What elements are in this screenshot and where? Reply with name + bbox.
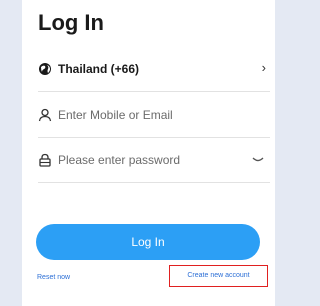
country-selector[interactable]: Thailand (+66) ›: [38, 52, 270, 92]
user-field[interactable]: Enter Mobile or Email: [38, 98, 270, 138]
page-title: Log In: [38, 10, 104, 35]
login-button[interactable]: Log In: [36, 224, 260, 260]
user-input-placeholder: Enter Mobile or Email: [58, 108, 173, 122]
user-icon: [38, 108, 52, 122]
create-account-label: Create new account: [187, 272, 250, 279]
password-field[interactable]: Please enter password: [38, 143, 270, 183]
country-label: Thailand (+66): [58, 62, 140, 76]
chevron-right-icon: ›: [261, 60, 266, 75]
password-input-placeholder: Please enter password: [58, 153, 181, 167]
eye-closed-icon[interactable]: [252, 155, 264, 165]
lock-icon: [39, 153, 51, 167]
login-card: Log In Thailand (+66) › Enter Mobile or …: [22, 0, 275, 306]
reset-link[interactable]: Reset now: [37, 274, 70, 281]
create-account-link[interactable]: Create new account: [169, 265, 268, 287]
globe-icon: [39, 63, 51, 75]
